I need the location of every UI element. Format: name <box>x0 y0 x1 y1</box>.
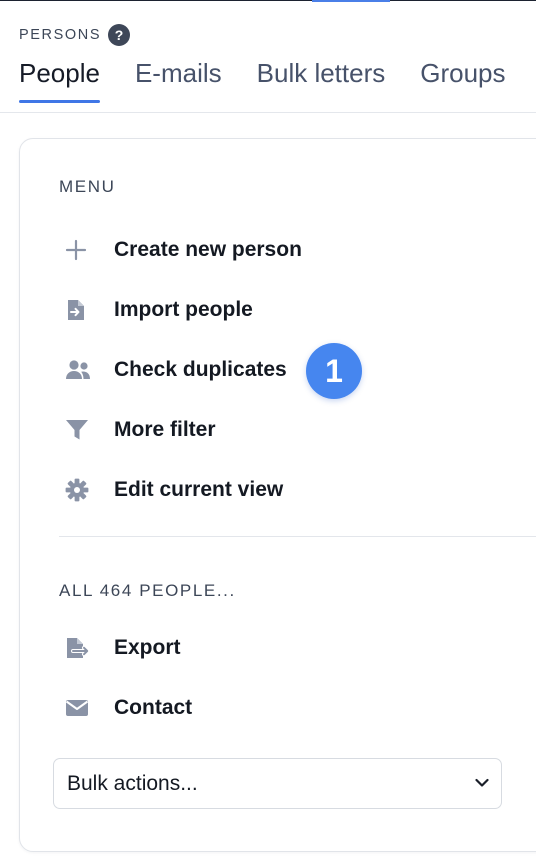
bulk-actions-value: Bulk actions... <box>67 771 198 795</box>
tab-bulk-letters[interactable]: Bulk letters <box>257 58 386 103</box>
plus-icon <box>56 232 100 268</box>
edit-current-view-item[interactable]: Edit current view <box>56 472 283 508</box>
filter-icon <box>56 412 100 448</box>
file-import-icon <box>56 292 100 328</box>
page-header: PERSONS ? People E-mails Bulk letters Group… <box>0 0 536 113</box>
menu-item-label: Contact <box>114 696 193 719</box>
menu-heading: MENU <box>59 177 116 196</box>
menu-item-label: Check duplicates <box>114 358 287 381</box>
menu-item-label: Import people <box>114 298 253 321</box>
check-duplicates-item[interactable]: Check duplicates <box>56 352 287 388</box>
step-badge: 1 <box>306 343 362 399</box>
export-item[interactable]: Export <box>56 630 181 666</box>
import-people-item[interactable]: Import people <box>56 292 253 328</box>
tab-people[interactable]: People <box>19 58 100 103</box>
all-people-heading: ALL 464 PEOPLE... <box>59 581 236 600</box>
bulk-actions-select[interactable]: Bulk actions... <box>53 758 502 809</box>
help-icon[interactable]: ? <box>108 24 130 46</box>
menu-item-label: Edit current view <box>114 478 284 501</box>
create-new-person-item[interactable]: Create new person <box>56 232 302 268</box>
gear-icon <box>56 472 100 508</box>
tab-emails[interactable]: E-mails <box>135 58 222 103</box>
contact-item[interactable]: Contact <box>56 690 192 726</box>
menu-item-label: Export <box>114 636 181 659</box>
chevron-down-icon <box>475 775 489 793</box>
envelope-icon <box>56 690 100 726</box>
tab-groups[interactable]: Groups <box>420 58 505 103</box>
menu-item-label: More filter <box>114 418 216 441</box>
header-divider <box>0 112 536 113</box>
file-export-icon <box>56 630 100 666</box>
menu-card: MENU Create new person Import people Che… <box>19 138 536 852</box>
users-icon <box>56 352 100 388</box>
more-filter-item[interactable]: More filter <box>56 412 216 448</box>
card-divider <box>59 536 536 537</box>
section-label: PERSONS <box>19 27 102 43</box>
menu-item-label: Create new person <box>114 238 302 261</box>
tab-bar: People E-mails Bulk letters Groups <box>19 58 536 103</box>
